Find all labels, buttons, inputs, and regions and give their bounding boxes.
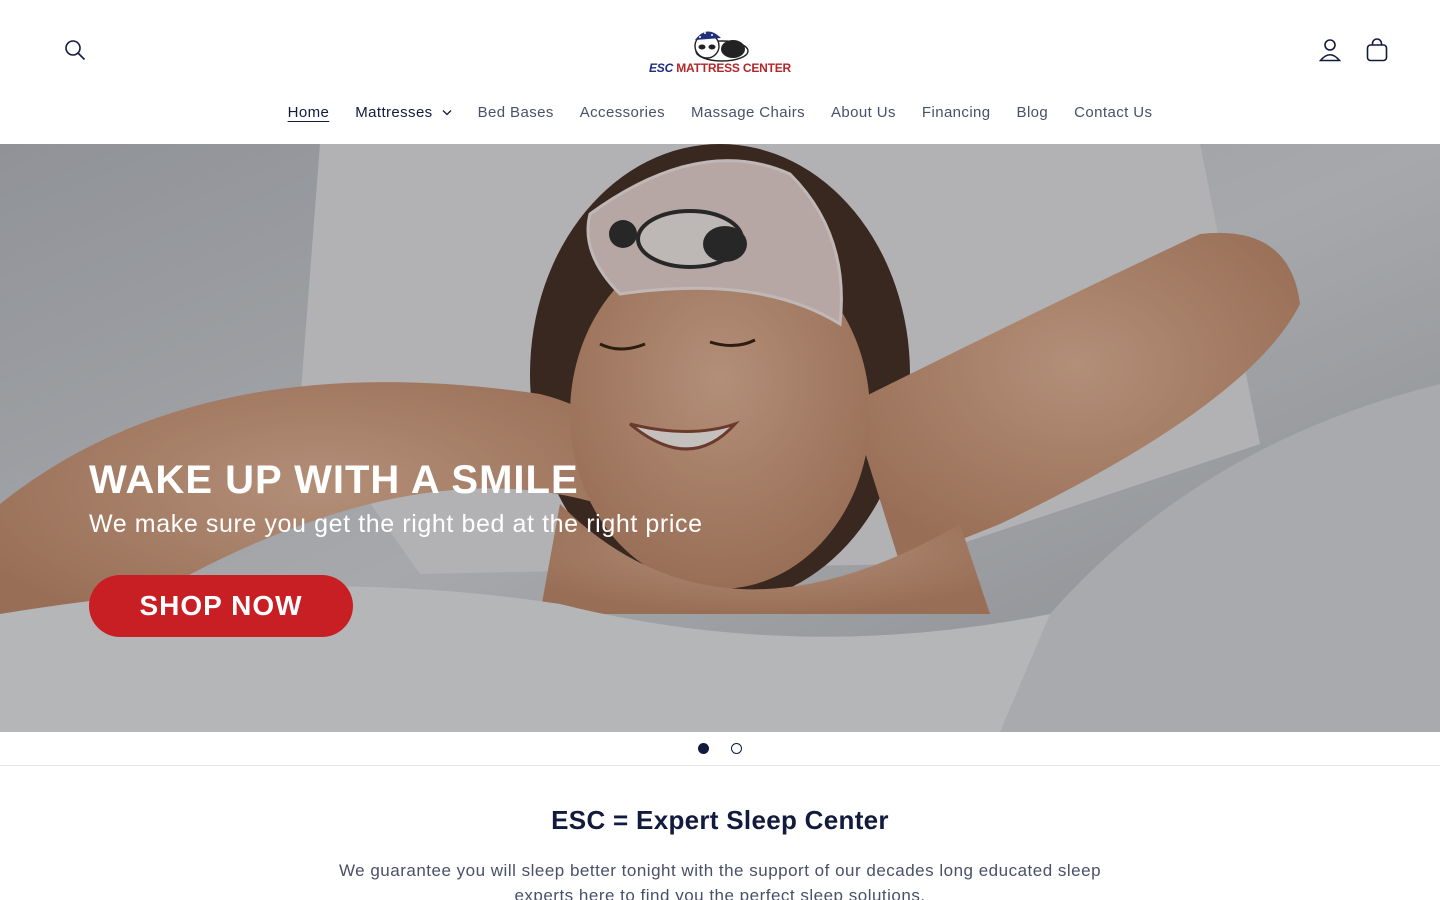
nav-item-mattresses[interactable]: Mattresses bbox=[342, 100, 464, 125]
nav-label: Blog bbox=[1016, 104, 1049, 121]
nav-label: Home bbox=[287, 104, 330, 121]
shop-now-button[interactable]: SHOP NOW bbox=[89, 575, 353, 637]
hero-overlay bbox=[0, 144, 1440, 732]
logo-name-text: MATTRESS CENTER bbox=[676, 61, 791, 75]
nav-item-blog[interactable]: Blog bbox=[1004, 100, 1062, 125]
panda-logo-icon bbox=[694, 31, 749, 62]
nav-label: About Us bbox=[831, 104, 896, 121]
nav-item-contact-us[interactable]: Contact Us bbox=[1061, 100, 1165, 125]
nav-label: Bed Bases bbox=[477, 104, 554, 121]
intro-title: ESC = Expert Sleep Center bbox=[551, 805, 889, 835]
nav-label: Mattresses bbox=[355, 104, 433, 121]
nav-label: Financing bbox=[921, 104, 991, 121]
main-nav: Home Mattresses Bed Bases Accessories Ma… bbox=[0, 100, 1440, 125]
logo-text: ESC MATTRESS CENTER bbox=[645, 61, 795, 75]
chevron-down-icon bbox=[442, 110, 452, 116]
account-button[interactable] bbox=[1310, 30, 1350, 70]
site-header: ESC MATTRESS CENTER Home Mattresses Bed … bbox=[0, 0, 1440, 144]
slide-dot-1[interactable] bbox=[698, 743, 709, 754]
nav-item-about-us[interactable]: About Us bbox=[818, 100, 909, 125]
user-icon bbox=[1319, 39, 1341, 62]
hero-title: WAKE UP WITH A SMILE bbox=[89, 458, 579, 502]
nav-item-home[interactable]: Home bbox=[275, 100, 343, 125]
hero-banner: WAKE UP WITH A SMILE We make sure you ge… bbox=[0, 144, 1440, 732]
search-button[interactable] bbox=[55, 30, 95, 70]
logo-esc-text: ESC bbox=[649, 61, 674, 75]
nav-item-bed-bases[interactable]: Bed Bases bbox=[465, 100, 567, 125]
slider-pagination bbox=[0, 732, 1440, 766]
cart-icon bbox=[1366, 38, 1388, 62]
nav-label: Contact Us bbox=[1074, 104, 1153, 121]
intro-text: We guarantee you will sleep better tonig… bbox=[338, 861, 1102, 900]
nav-label: Accessories bbox=[579, 104, 666, 121]
site-logo[interactable]: ESC MATTRESS CENTER bbox=[645, 24, 795, 80]
nav-item-massage-chairs[interactable]: Massage Chairs bbox=[678, 100, 818, 125]
hero-subtitle: We make sure you get the right bed at th… bbox=[89, 510, 703, 538]
slide-dot-2[interactable] bbox=[731, 743, 742, 754]
nav-label: Massage Chairs bbox=[691, 104, 805, 121]
nav-item-financing[interactable]: Financing bbox=[909, 100, 1004, 125]
search-icon bbox=[65, 40, 86, 61]
nav-item-accessories[interactable]: Accessories bbox=[567, 100, 678, 125]
cart-button[interactable] bbox=[1357, 30, 1397, 70]
